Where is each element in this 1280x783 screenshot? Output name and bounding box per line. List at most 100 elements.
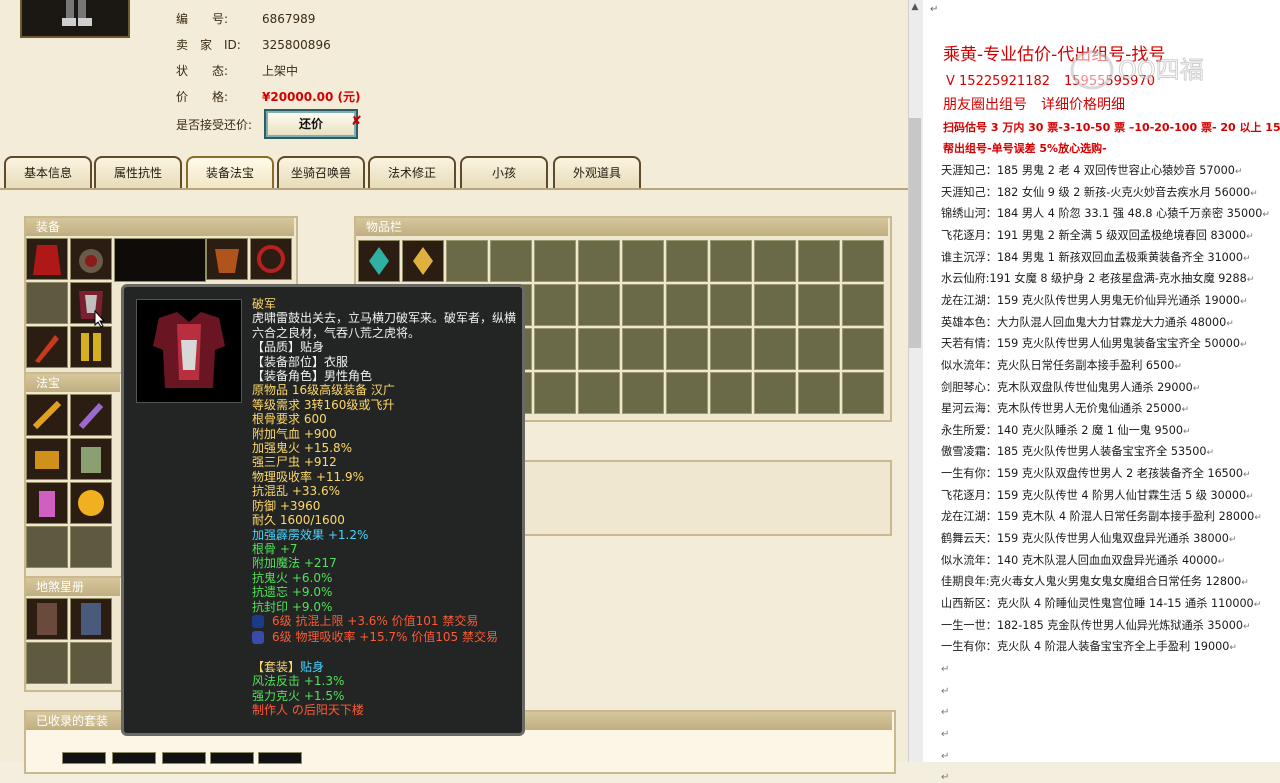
offer-row: 是否接受还价: [176, 116, 252, 133]
equip-slot-necklace[interactable] [250, 238, 292, 280]
price-entry: 佳期良年:克火毒女人鬼火男鬼女鬼女魔组合日常任务 12800↵ [941, 573, 1249, 589]
page-scrollbar[interactable] [908, 0, 923, 762]
inventory-slot[interactable] [710, 328, 752, 370]
inventory-slot[interactable] [754, 372, 796, 414]
status-value: 上架中 [262, 64, 299, 78]
tab-basic-info[interactable]: 基本信息 [4, 156, 92, 188]
paragraph-mark: ↵ [1183, 426, 1191, 437]
price-entry: 龙在江湖：159 克木队 4 阶混人日常任务副本接手盈利 28000↵ [941, 508, 1262, 524]
inventory-slot[interactable] [666, 240, 708, 282]
inventory-slot[interactable] [666, 328, 708, 370]
inventory-item-jade[interactable] [358, 240, 400, 282]
equip-slot-cloak[interactable] [26, 238, 68, 280]
counter-offer-button[interactable]: 还价 [264, 109, 358, 139]
tooltip-line: 加强鬼火 +15.8% [252, 441, 352, 456]
scrollbar-thumb[interactable] [909, 118, 921, 348]
treasure-slot-empty-2[interactable] [70, 526, 112, 568]
inventory-slot[interactable] [798, 240, 840, 282]
equip-slot-boots[interactable] [70, 326, 112, 368]
inventory-slot[interactable] [534, 328, 576, 370]
inventory-slot[interactable] [622, 284, 664, 326]
armor-icon [153, 312, 225, 388]
paragraph-mark: ↵ [1240, 340, 1248, 351]
price-entry-text: 谁主沉浮：184 男鬼 1 新孩双回血孟极乘黄装备齐全 31000 [941, 250, 1244, 264]
inventory-slot[interactable] [666, 284, 708, 326]
tooltip-line: 防御 +3960 [252, 498, 321, 513]
inventory-slot[interactable] [798, 284, 840, 326]
star-book-slot-2[interactable] [70, 598, 112, 640]
treasure-slot-1[interactable] [26, 394, 68, 436]
inventory-slot[interactable] [578, 328, 620, 370]
suit-slot-3[interactable] [162, 752, 206, 764]
inventory-slot[interactable] [490, 240, 532, 282]
price-entry: 水云仙府:191 女魔 8 级护身 2 老孩星盘满-克水抽女魔 9288↵ [941, 270, 1254, 286]
item-tooltip: 破军 虎啸雷鼓出关去，立马横刀破军来。破军者，纵横 六合之良材，气吞八荒之虎将。【… [121, 284, 525, 736]
inventory-slot[interactable] [534, 240, 576, 282]
price-entry-text: 飞花逐月：191 男鬼 2 新全满 5 级双回孟极绝境春回 83000 [941, 228, 1247, 242]
avatar-figure-icon [62, 0, 92, 26]
tooltip-text: 破军 虎啸雷鼓出关去，立马横刀破军来。破军者，纵横 六合之良材，气吞八荒之虎将。【… [252, 297, 522, 718]
watermark-logo: OQ四福 [1070, 48, 1250, 92]
inventory-slot[interactable] [622, 328, 664, 370]
tab-mounts-summons[interactable]: 坐骑召唤兽 [277, 156, 365, 188]
inventory-slot[interactable] [534, 372, 576, 414]
equip-slot-helmet[interactable] [70, 238, 112, 280]
paragraph-mark: ↵ [941, 750, 950, 762]
star-book-slot-empty-1[interactable] [26, 642, 68, 684]
tab-spell-modifiers[interactable]: 法术修正 [368, 156, 456, 188]
treasure-slot-2[interactable] [70, 394, 112, 436]
equip-slot-weapon[interactable] [26, 326, 68, 368]
inventory-slot[interactable] [578, 240, 620, 282]
offer-rejected-icon: ✘ [351, 114, 362, 129]
paragraph-mark: ↵ [1243, 621, 1251, 632]
treasure-slot-empty-1[interactable] [26, 526, 68, 568]
inventory-slot[interactable] [622, 240, 664, 282]
tab-equipment[interactable]: 装备法宝 [186, 156, 274, 188]
inventory-slot[interactable] [710, 284, 752, 326]
paragraph-mark: ↵ [941, 772, 950, 783]
treasure-slot-6[interactable] [70, 482, 112, 524]
inventory-item-amber[interactable] [402, 240, 444, 282]
inventory-slot[interactable] [798, 328, 840, 370]
tab-children[interactable]: 小孩 [460, 156, 548, 188]
treasure-slot-3[interactable] [26, 438, 68, 480]
inventory-slot[interactable] [754, 240, 796, 282]
suit-slot-5[interactable] [258, 752, 302, 764]
tab-attributes[interactable]: 属性抗性 [94, 156, 182, 188]
inventory-slot[interactable] [578, 372, 620, 414]
inventory-slot[interactable] [842, 328, 884, 370]
treasure-heading: 法宝 [26, 374, 120, 392]
inventory-slot[interactable] [446, 240, 488, 282]
star-book-slot-empty-2[interactable] [70, 642, 112, 684]
tooltip-maker: 制作人 の后阳天下楼 [252, 703, 364, 718]
gem-icon [252, 614, 264, 628]
inventory-slot[interactable] [842, 284, 884, 326]
inventory-slot[interactable] [710, 372, 752, 414]
suit-slot-2[interactable] [112, 752, 156, 764]
inventory-slot[interactable] [578, 284, 620, 326]
star-book-slot-1[interactable] [26, 598, 68, 640]
price-value: ¥20000.00 (元) [262, 90, 361, 104]
inventory-slot[interactable] [710, 240, 752, 282]
tooltip-line: 等级需求 3转160级或飞升 [252, 397, 395, 412]
seller-id-row: 卖 家 ID: 325800896 [176, 36, 331, 53]
inventory-slot[interactable] [534, 284, 576, 326]
equip-slot-armor-trim[interactable] [206, 238, 248, 280]
scroll-up-arrow-icon[interactable]: ▲ [908, 0, 922, 14]
inventory-slot[interactable] [622, 372, 664, 414]
treasure-slot-4[interactable] [70, 438, 112, 480]
treasure-slot-5[interactable] [26, 482, 68, 524]
price-entry: 似水流年：140 克木队混人回血血双盘异光通杀 40000↵ [941, 552, 1225, 568]
inventory-slot[interactable] [842, 240, 884, 282]
inventory-slot[interactable] [842, 372, 884, 414]
inventory-slot[interactable] [754, 328, 796, 370]
tab-appearance-items[interactable]: 外观道具 [553, 156, 641, 188]
equip-slot-empty[interactable] [26, 282, 68, 324]
tooltip-line: 六合之良材，气吞八荒之虎将。 [252, 325, 421, 340]
inventory-slot[interactable] [666, 372, 708, 414]
suit-slot-4[interactable] [210, 752, 254, 764]
inventory-slot[interactable] [798, 372, 840, 414]
price-entry-text: 鹤舞云天：159 克火队传世男人仙鬼双盘异光通杀 38000 [941, 532, 1229, 546]
inventory-slot[interactable] [754, 284, 796, 326]
suit-slot-1[interactable] [62, 752, 106, 764]
